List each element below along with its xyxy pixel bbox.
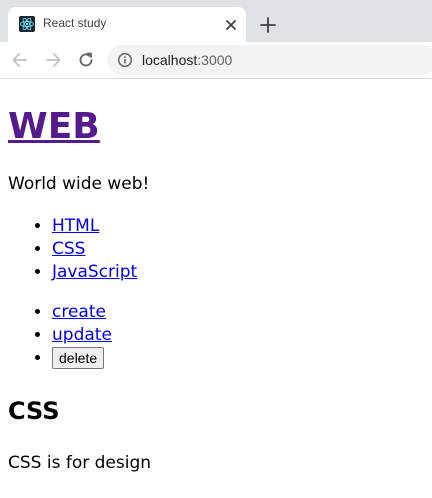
arrow-right-icon[interactable] xyxy=(43,50,63,70)
list-item: create xyxy=(52,301,112,324)
info-icon[interactable] xyxy=(117,52,133,68)
article-body: CSS is for design xyxy=(8,453,152,473)
list-item: update xyxy=(52,324,112,347)
list-item: delete xyxy=(52,347,112,370)
update-link[interactable]: update xyxy=(52,325,112,345)
topic-link-javascript[interactable]: JavaScript xyxy=(52,262,137,282)
plus-icon[interactable] xyxy=(258,15,278,35)
list-item: HTML xyxy=(52,215,137,238)
close-icon[interactable] xyxy=(222,16,240,34)
browser-toolbar: localhost:3000 xyxy=(0,42,432,79)
browser-tab[interactable]: React study xyxy=(8,7,246,42)
create-link[interactable]: create xyxy=(52,302,106,322)
topic-link-css[interactable]: CSS xyxy=(52,239,85,259)
delete-button[interactable]: delete xyxy=(52,347,105,369)
page-title: WEB xyxy=(8,105,100,149)
topic-list: HTML CSS JavaScript xyxy=(8,215,137,284)
title-link[interactable]: WEB xyxy=(8,106,100,147)
react-logo-icon xyxy=(19,16,35,32)
url-text[interactable]: localhost:3000 xyxy=(142,52,232,68)
tab-title: React study xyxy=(43,16,107,30)
list-item: JavaScript xyxy=(52,261,137,284)
reload-icon[interactable] xyxy=(76,50,96,70)
article-title: CSS xyxy=(8,397,60,425)
intro-text: World wide web! xyxy=(8,174,150,194)
url-port: :3000 xyxy=(197,52,233,68)
url-host: localhost xyxy=(142,52,198,68)
page-content: WEB World wide web! HTML CSS JavaScript … xyxy=(0,79,432,498)
list-item: CSS xyxy=(52,238,137,261)
topic-link-html[interactable]: HTML xyxy=(52,216,99,236)
address-bar[interactable]: localhost:3000 xyxy=(107,45,432,75)
control-list: create update delete xyxy=(8,301,112,370)
arrow-left-icon[interactable] xyxy=(10,50,30,70)
browser-tabstrip: React study xyxy=(0,0,432,42)
